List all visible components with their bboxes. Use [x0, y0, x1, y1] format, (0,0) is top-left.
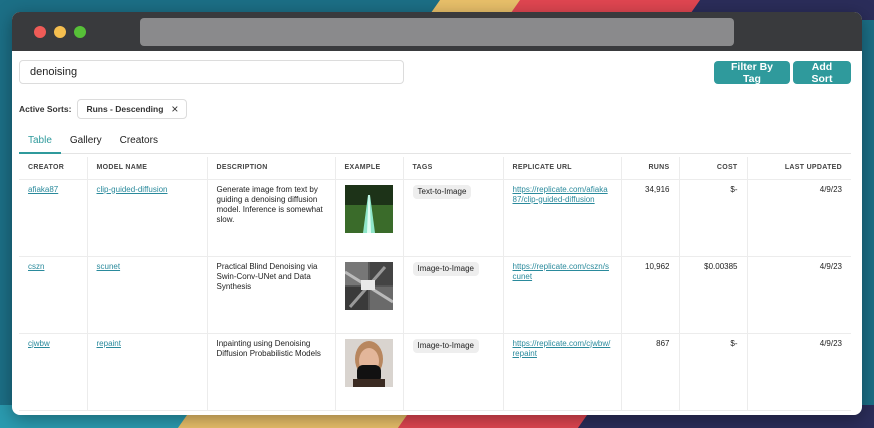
add-sort-button[interactable]: Add Sort [793, 61, 851, 85]
replicate-url-link[interactable]: https://replicate.com/cszn/scunet [513, 262, 609, 281]
model-link[interactable]: repaint [97, 339, 121, 348]
masked-face-image[interactable] [344, 338, 393, 387]
tag-badge[interactable]: Text-to-Image [412, 184, 472, 199]
table-row: cszn scunet Practical Blind Denoising vi… [19, 256, 851, 334]
description-cell: Generate image from text by guiding a de… [206, 179, 335, 257]
description-cell: Practical Blind Denoising via Swin-Conv-… [206, 256, 335, 334]
maximize-window-button[interactable] [74, 26, 86, 38]
grayscale-grid-image[interactable] [344, 261, 393, 310]
column-header[interactable]: MODEL NAME [86, 157, 207, 180]
runs-cell: 10,962 [620, 256, 679, 334]
last-updated-cell: 4/9/23 [746, 179, 851, 257]
description-cell: Inpainting using Denoising Diffusion Pro… [206, 333, 335, 411]
column-header[interactable]: DESCRIPTION [206, 157, 335, 180]
page-content: Filter By Tag Add Sort Active Sorts: Run… [12, 51, 862, 415]
tab-table[interactable]: Table [19, 132, 61, 154]
cost-cell: $0.00385 [678, 256, 747, 334]
runs-cell: 34,916 [620, 179, 679, 257]
table-row: afiaka87 clip-guided-diffusion Generate … [19, 179, 851, 257]
creator-link[interactable]: cjwbw [28, 339, 50, 348]
filter-by-tag-button[interactable]: Filter By Tag [714, 61, 790, 85]
model-link[interactable]: clip-guided-diffusion [97, 185, 168, 194]
column-header[interactable]: REPLICATE URL [502, 157, 621, 180]
sort-chip-label: Runs - Descending [86, 104, 164, 114]
active-sorts: Active Sorts: Runs - Descending × [19, 99, 188, 119]
model-link[interactable]: scunet [97, 262, 121, 271]
last-updated-cell: 4/9/23 [746, 333, 851, 411]
cost-cell: $- [678, 333, 747, 411]
column-header[interactable]: LAST UPDATED [746, 157, 851, 180]
cost-cell: $- [678, 179, 747, 257]
column-header[interactable]: COST [678, 157, 747, 180]
sort-chip: Runs - Descending × [77, 99, 188, 119]
column-header[interactable]: RUNS [620, 157, 679, 180]
column-header[interactable]: CREATOR [19, 157, 87, 180]
view-tabs: Table Gallery Creators [19, 132, 851, 154]
replicate-url-link[interactable]: https://replicate.com/afiaka87/clip-guid… [513, 185, 608, 204]
replicate-url-link[interactable]: https://replicate.com/cjwbw/repaint [513, 339, 611, 358]
green-road-image[interactable] [344, 184, 393, 233]
table-header-row: CREATOR MODEL NAME DESCRIPTION EXAMPLE T… [19, 157, 851, 180]
column-header[interactable]: EXAMPLE [334, 157, 403, 180]
search-input[interactable] [19, 60, 404, 84]
tag-badge[interactable]: Image-to-Image [412, 338, 479, 353]
models-table: CREATOR MODEL NAME DESCRIPTION EXAMPLE T… [19, 157, 851, 411]
active-sorts-label: Active Sorts: [19, 104, 72, 114]
creator-link[interactable]: afiaka87 [28, 185, 58, 194]
close-window-button[interactable] [34, 26, 46, 38]
minimize-window-button[interactable] [54, 26, 66, 38]
tag-badge[interactable]: Image-to-Image [412, 261, 479, 276]
tab-creators[interactable]: Creators [111, 132, 167, 154]
runs-cell: 867 [620, 333, 679, 411]
browser-window: Filter By Tag Add Sort Active Sorts: Run… [12, 12, 862, 415]
column-header[interactable]: TAGS [402, 157, 503, 180]
address-bar[interactable] [140, 18, 734, 46]
tab-gallery[interactable]: Gallery [61, 132, 111, 154]
last-updated-cell: 4/9/23 [746, 256, 851, 334]
remove-sort-icon[interactable]: × [171, 102, 178, 116]
table-row: cjwbw repaint Inpainting using Denoising… [19, 333, 851, 411]
creator-link[interactable]: cszn [28, 262, 44, 271]
title-bar [12, 12, 862, 51]
